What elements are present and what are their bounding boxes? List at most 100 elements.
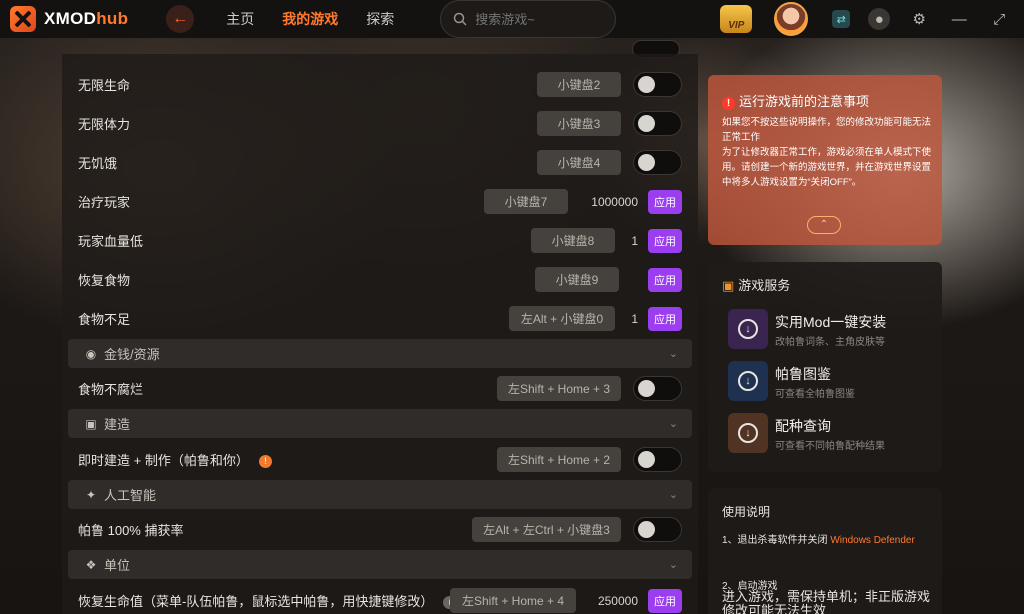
nav-my-games[interactable]: 我的游戏: [282, 9, 338, 29]
hotkey-badge[interactable]: 左Alt + 左Ctrl + 小键盘3: [472, 517, 621, 542]
cheat-toggle[interactable]: [633, 376, 682, 401]
apply-button[interactable]: 应用: [648, 228, 682, 253]
fullscreen-icon[interactable]: ⤢: [988, 8, 1010, 30]
ai-icon: ✦: [85, 487, 97, 502]
usage-step-2-body: 进入游戏，需保持单机；非正版游戏修改可能无法生效: [722, 589, 931, 614]
building-icon: ▣: [85, 416, 97, 431]
services-title-text: 游戏服务: [738, 278, 791, 293]
cheat-toggle[interactable]: [633, 447, 682, 472]
cheat-row: 即时建造 + 制作（帕鲁和你）! 左Shift + Home + 2: [62, 440, 698, 479]
back-button[interactable]: ←: [166, 5, 195, 33]
service-item[interactable]: ↓ 帕鲁图鉴 可查看全帕鲁图鉴: [728, 361, 938, 401]
settings-icon[interactable]: ⚙: [908, 8, 930, 30]
search-icon: [454, 12, 467, 26]
search-input[interactable]: [475, 11, 606, 27]
cheat-row: 帕鲁 100% 捕获率 左Alt + 左Ctrl + 小键盘3: [62, 510, 698, 549]
cheat-name: 无饥饿: [78, 156, 118, 171]
search-box[interactable]: [440, 0, 617, 38]
warning-icon[interactable]: !: [258, 455, 272, 469]
hotkey-badge[interactable]: 小键盘2: [537, 72, 621, 97]
hotkey-badge[interactable]: 小键盘9: [535, 267, 619, 292]
chevron-up-icon: ⌃: [819, 219, 829, 230]
chevron-down-icon: ⌄: [668, 559, 678, 571]
services-title: ▣ 游戏服务: [722, 275, 790, 294]
logo-text-main: XMOD: [44, 9, 97, 28]
app-logo[interactable]: XMODhub: [10, 6, 128, 32]
download-icon-tile: ↓: [728, 361, 768, 401]
cheat-name-text: 即时建造 + 制作（帕鲁和你）: [78, 453, 249, 468]
chevron-down-icon: ⌄: [668, 348, 678, 360]
cheat-row: 无限生命 小键盘2: [62, 65, 698, 104]
chevron-down-icon: ⌄: [668, 418, 678, 430]
service-item[interactable]: ↓ 配种查询 可查看不同帕鲁配种结果: [728, 413, 938, 453]
nav-explore[interactable]: 探索: [366, 9, 394, 29]
apply-button[interactable]: 应用: [648, 189, 682, 214]
cheat-row: 恢复生命值（菜单-队伍帕鲁，鼠标选中帕鲁，用快捷键修改）i 左Shift + H…: [62, 581, 698, 614]
game-services-card: ▣ 游戏服务 ↓ 实用Mod一键安装 改帕鲁词条、主角皮肤等 ↓ 帕鲁图鉴 可查看…: [708, 262, 942, 472]
cheat-row: 无限体力 小键盘3: [62, 104, 698, 143]
service-desc: 改帕鲁词条、主角皮肤等: [775, 337, 885, 348]
windows-defender-link[interactable]: Windows Defender: [830, 535, 914, 546]
notification-icon[interactable]: ●: [868, 8, 891, 30]
cheat-name: 玩家血量低: [78, 234, 144, 249]
cheat-value[interactable]: 250000: [582, 594, 638, 608]
notice-title: ! 运行游戏前的注意事项: [722, 91, 869, 110]
hotkey-badge[interactable]: 左Alt + 小键盘0: [509, 306, 615, 331]
nav-home[interactable]: 主页: [226, 9, 254, 29]
hotkey-badge[interactable]: 左Shift + Home + 4: [450, 588, 576, 613]
collapse-button[interactable]: ⌃: [807, 216, 841, 234]
cheat-value[interactable]: 1: [618, 312, 638, 326]
service-desc: 可查看全帕鲁图鉴: [775, 389, 855, 400]
alert-icon: !: [722, 97, 735, 110]
back-arrow-icon: ←: [172, 10, 189, 27]
cheat-name: 无限体力: [78, 117, 131, 132]
cheat-toggle[interactable]: [633, 72, 682, 97]
vip-label: VIP: [728, 20, 745, 31]
cheat-name: 无限生命: [78, 78, 131, 93]
download-icon-tile: ↓: [728, 413, 768, 453]
avatar[interactable]: [774, 2, 809, 36]
apply-button[interactable]: 应用: [648, 267, 682, 292]
step1-text: 1、退出杀毒软件并关闭: [722, 535, 831, 546]
hotkey-badge[interactable]: 小键盘4: [537, 150, 621, 175]
top-bar: XMODhub ← 主页 我的游戏 探索 VIP ⇄ ● ⚙ — ⤢: [0, 0, 1024, 38]
hotkey-badge[interactable]: 左Shift + Home + 2: [497, 447, 621, 472]
cheat-value[interactable]: 1: [618, 234, 638, 248]
section-title: 建造: [104, 417, 131, 432]
cheat-toggle[interactable]: [633, 111, 682, 136]
cheat-name: 治疗玩家: [78, 195, 131, 210]
hotkey-badge[interactable]: 小键盘7: [484, 189, 568, 214]
hotkey-badge[interactable]: 左Shift + Home + 3: [497, 376, 621, 401]
unit-icon: ❖: [85, 557, 97, 572]
vip-badge[interactable]: VIP: [720, 5, 753, 33]
usage-step-1: 1、退出杀毒软件并关闭 Windows Defender: [722, 534, 932, 547]
minimize-icon[interactable]: —: [948, 8, 970, 30]
service-item[interactable]: ↓ 实用Mod一键安装 改帕鲁词条、主角皮肤等: [728, 309, 938, 349]
money-bag-icon: ◉: [85, 346, 97, 361]
app-name: XMODhub: [44, 9, 128, 29]
section-unit[interactable]: ❖ 单位 ⌄: [68, 550, 692, 579]
cheat-name-text: 恢复生命值（菜单-队伍帕鲁，鼠标选中帕鲁，用快捷键修改）: [78, 594, 434, 609]
cheat-name: 即时建造 + 制作（帕鲁和你）!: [78, 450, 272, 469]
cheat-name: 帕鲁 100% 捕获率: [78, 523, 184, 538]
apply-button[interactable]: 应用: [648, 306, 682, 331]
apply-button[interactable]: 应用: [648, 588, 682, 613]
section-ai[interactable]: ✦ 人工智能 ⌄: [68, 480, 692, 509]
section-title: 金钱/资源: [104, 347, 160, 362]
main-nav: 主页 我的游戏 探索: [212, 9, 408, 29]
service-name: 配种查询: [775, 418, 831, 434]
cheat-value[interactable]: 1000000: [578, 195, 638, 209]
cheat-row: 食物不腐烂 左Shift + Home + 3: [62, 369, 698, 408]
usage-guide-card: 使用说明 1、退出杀毒软件并关闭 Windows Defender 2、启动游戏…: [708, 488, 942, 614]
hotkey-badge[interactable]: 小键盘8: [531, 228, 615, 253]
switch-icon[interactable]: ⇄: [832, 10, 851, 28]
cheat-row: 无饥饿 小键盘4: [62, 143, 698, 182]
logo-text-accent: hub: [96, 9, 129, 28]
cheat-toggle[interactable]: [633, 150, 682, 175]
hotkey-badge[interactable]: 小键盘3: [537, 111, 621, 136]
cheat-row: 恢复食物 小键盘9 应用: [62, 260, 698, 299]
xmod-logo-icon: [10, 6, 36, 32]
cheat-toggle[interactable]: [633, 517, 682, 542]
section-money[interactable]: ◉ 金钱/资源 ⌄: [68, 339, 692, 368]
section-build[interactable]: ▣ 建造 ⌄: [68, 409, 692, 438]
